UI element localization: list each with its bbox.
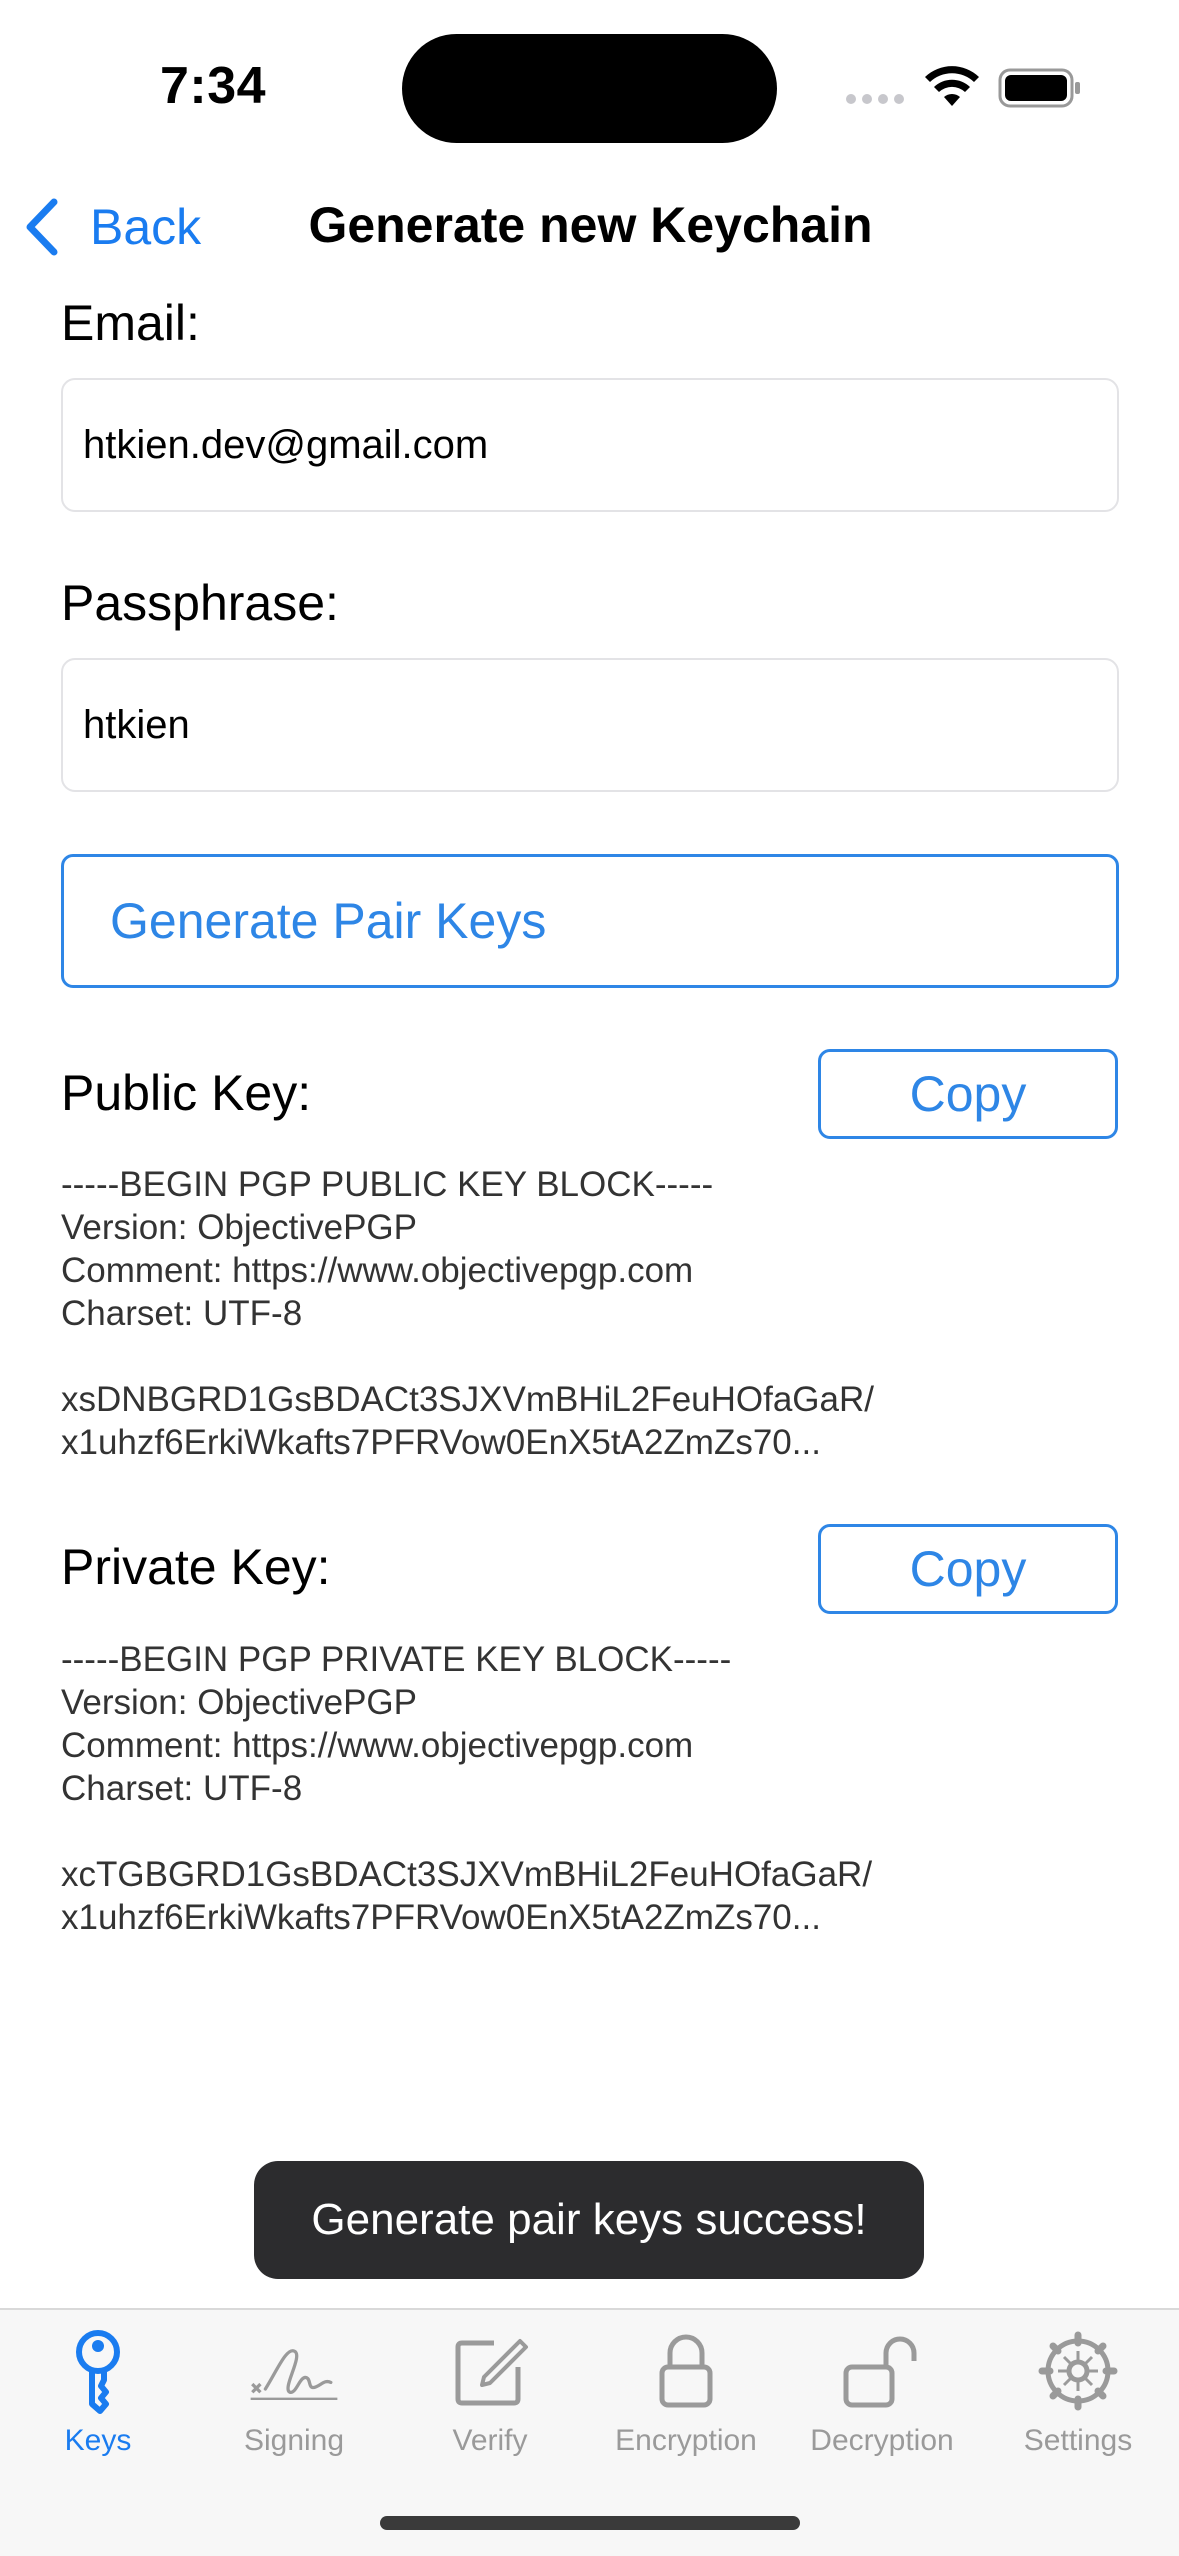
tab-verify-label: Verify [452, 2424, 528, 2457]
passphrase-field[interactable]: htkien [61, 658, 1119, 792]
tab-encryption-label: Encryption [615, 2424, 757, 2457]
copy-private-key-button[interactable]: Copy [818, 1524, 1118, 1614]
tab-keys[interactable]: Keys [0, 2326, 196, 2466]
compose-icon [455, 2339, 528, 2406]
email-field[interactable]: htkien.dev@gmail.com [61, 378, 1119, 512]
generate-pair-keys-button[interactable]: Generate Pair Keys [61, 854, 1119, 988]
gear-icon [1038, 2331, 1118, 2411]
tab-signing-label: Signing [243, 2424, 345, 2457]
tab-signing[interactable]: Signing [196, 2326, 392, 2466]
tab-decryption[interactable]: Decryption [784, 2326, 980, 2466]
copy-public-key-button[interactable]: Copy [818, 1049, 1118, 1139]
success-toast: Generate pair keys success! [254, 2161, 924, 2279]
home-indicator[interactable] [380, 2516, 800, 2530]
dynamic-island [402, 34, 777, 143]
passphrase-value: htkien [83, 702, 190, 747]
tab-verify[interactable]: Verify [392, 2326, 588, 2466]
private-key-label: Private Key: [61, 1539, 331, 1595]
cellular-signal-icon [846, 94, 906, 106]
tab-settings-label: Settings [1023, 2424, 1133, 2457]
unlock-icon [843, 2336, 917, 2408]
battery-icon [998, 68, 1080, 108]
wifi-icon [925, 66, 979, 106]
tab-keys-label: Keys [64, 2424, 132, 2457]
tab-settings[interactable]: Settings [980, 2326, 1176, 2466]
key-icon [76, 2330, 120, 2414]
lock-icon [659, 2334, 713, 2408]
tab-decryption-label: Decryption [810, 2424, 954, 2457]
status-time: 7:34 [160, 57, 267, 115]
tab-encryption[interactable]: Encryption [588, 2326, 784, 2466]
signature-icon [250, 2349, 338, 2401]
page-title: Generate new Keychain [308, 197, 873, 253]
email-value: htkien.dev@gmail.com [83, 422, 489, 467]
email-label: Email: [61, 295, 200, 351]
public-key-text: -----BEGIN PGP PUBLIC KEY BLOCK----- Ver… [61, 1165, 874, 1462]
passphrase-label: Passphrase: [61, 575, 339, 631]
private-key-text: -----BEGIN PGP PRIVATE KEY BLOCK----- Ve… [61, 1640, 873, 1937]
public-key-label: Public Key: [61, 1065, 312, 1121]
